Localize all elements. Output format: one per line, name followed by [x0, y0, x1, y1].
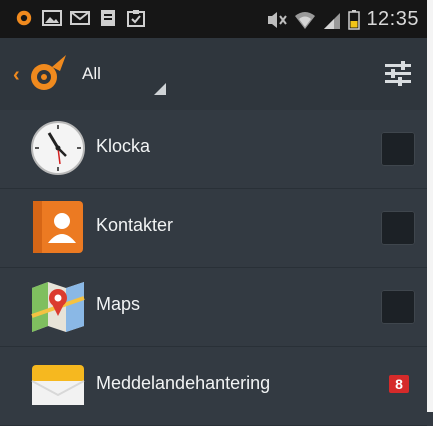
app-screen: 12:35 ‹ All Klocka Kontakter Maps Meddel…	[0, 0, 433, 426]
maps-icon	[31, 282, 85, 332]
app-list: Klocka Kontakter Maps Meddelandehanterin…	[0, 110, 427, 426]
battery-icon	[348, 9, 361, 30]
checkbox-kontakter[interactable]	[381, 211, 415, 245]
app-label: Kontakter	[96, 215, 174, 235]
clipboard-check-icon	[127, 10, 145, 27]
notification-badge[interactable]: 8	[389, 375, 409, 393]
action-bar: ‹ All	[0, 38, 427, 110]
app-label: Meddelandehantering	[96, 373, 271, 393]
document-icon	[101, 10, 115, 26]
contacts-icon	[33, 201, 83, 253]
mute-icon	[268, 11, 288, 28]
status-time: 12:35	[366, 8, 419, 30]
list-item-maps[interactable]: Maps	[0, 268, 427, 347]
filter-dropdown[interactable]: All	[82, 64, 101, 84]
list-item-klocka[interactable]: Klocka	[0, 110, 427, 189]
mail-icon	[70, 11, 90, 25]
app-label: Klocka	[96, 136, 151, 156]
app-label: Maps	[96, 294, 141, 314]
image-icon	[42, 10, 62, 26]
dropdown-arrow-icon[interactable]	[154, 83, 166, 95]
sliders-icon[interactable]	[383, 60, 413, 88]
signal-icon	[324, 12, 341, 29]
messages-icon	[31, 365, 85, 405]
wifi-icon	[295, 11, 316, 29]
status-bar: 12:35	[0, 0, 427, 38]
checkbox-klocka[interactable]	[381, 132, 415, 166]
list-item-meddelandehantering[interactable]: Meddelandehantering	[0, 347, 427, 426]
clock-icon	[31, 121, 85, 175]
list-item-kontakter[interactable]: Kontakter	[0, 189, 427, 268]
checkbox-maps[interactable]	[381, 290, 415, 324]
avast-notification-icon	[16, 10, 32, 26]
avast-logo-icon[interactable]	[22, 51, 70, 99]
back-chevron-icon[interactable]: ‹	[13, 64, 20, 87]
